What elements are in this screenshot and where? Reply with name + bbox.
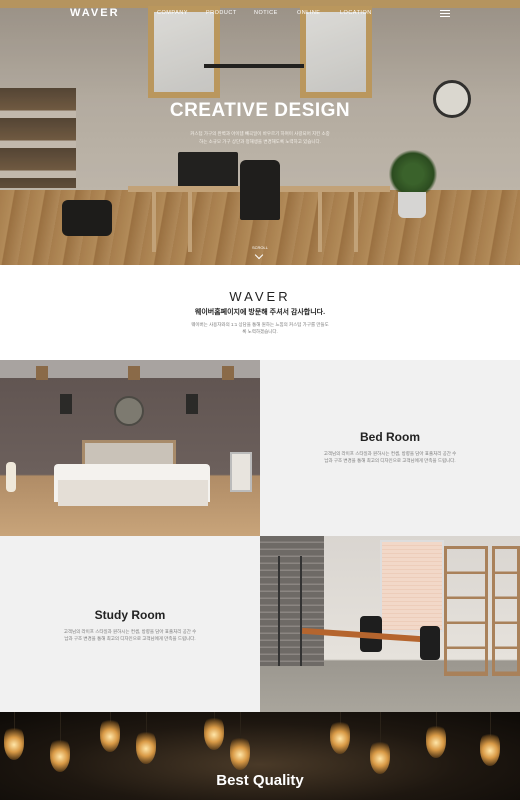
hero-subtitle: 커스텀 가구의 완벽과 아이템 빼곡일이 바우르기 하며이 사랑되어 지킨 소중…: [190, 131, 330, 144]
intro-section: WAVER 웨이버홈페이지에 방문해 주셔서 감사합니다. 웨이버는 사용자와의…: [0, 265, 520, 360]
bookcase: [444, 546, 488, 676]
office-chair: [420, 626, 440, 660]
wire-rack: [278, 556, 302, 666]
hero-section: WAVER COMPANY PRODUCT NOTICE ONLINE LOCA…: [0, 0, 520, 265]
lightbulb-icon: [426, 724, 446, 758]
study-title: Study Room: [94, 608, 166, 622]
nav-item-notice[interactable]: NOTICE: [254, 10, 278, 16]
nav-item-product[interactable]: PRODUCT: [206, 10, 237, 16]
lightbulb-icon: [330, 720, 350, 754]
lightbulb-icon: [50, 738, 70, 772]
top-nav: WAVER COMPANY PRODUCT NOTICE ONLINE LOCA…: [0, 0, 520, 26]
hamburger-menu-icon[interactable]: [440, 10, 450, 17]
lightbulb-icon: [480, 732, 500, 766]
wall-lamp-left: [60, 394, 72, 414]
lightbulb-icon: [370, 740, 390, 774]
ceiling-beam: [128, 366, 140, 380]
ceiling-beam: [222, 366, 234, 380]
brand-logo[interactable]: WAVER: [70, 7, 120, 19]
bedroom-text-panel: Bed Room 고객님의 라이프 스타일과 원하시는 컨셉, 방향을 담아 표…: [260, 360, 520, 536]
intro-logo: WAVER: [229, 289, 291, 304]
nav-item-online[interactable]: ONLINE: [297, 10, 320, 16]
study-description: 고객님의 라이프 스타일과 원하시는 컨셉, 방향을 담아 표출처리 공간 수납…: [63, 629, 197, 641]
lightbulb-icon: [4, 726, 24, 760]
bedroom-title: Bed Room: [360, 430, 420, 444]
lightbulb-icon: [100, 718, 120, 752]
intro-title: 웨이버홈페이지에 방문해 주셔서 감사합니다.: [194, 309, 326, 316]
nav-item-company[interactable]: COMPANY: [157, 10, 188, 16]
bedroom-image: [0, 360, 260, 536]
scroll-label[interactable]: SCROLL: [250, 245, 270, 250]
quality-section: Best Quality: [0, 712, 520, 800]
study-text-panel: Study Room 고객님의 라이프 스타일과 원하시는 컨셉, 방향을 담아…: [0, 536, 260, 712]
bookcase: [492, 546, 520, 676]
lightbulb-icon: [230, 736, 250, 770]
picture-frame: [230, 452, 252, 492]
intro-description: 웨이버는 사용자와의 1:1 상담을 통해 원하는 느낌의 커스텀 가구를 만들…: [191, 322, 329, 334]
lightbulb-icon: [204, 716, 224, 750]
ceiling-beam: [36, 366, 48, 380]
blinds-window: [380, 540, 444, 632]
wall-clock-icon: [114, 396, 144, 426]
bed-blanket: [58, 480, 208, 506]
wall-lamp-right: [186, 394, 198, 414]
quality-title: Best Quality: [216, 772, 304, 789]
vase: [6, 462, 16, 492]
hero-title: CREATIVE DESIGN: [169, 100, 351, 121]
lightbulb-icon: [136, 730, 156, 764]
study-image: [260, 536, 520, 712]
nav-item-location[interactable]: LOCATION: [340, 10, 372, 16]
bedroom-description: 고객님의 라이프 스타일과 원하시는 컨셉, 방향을 담아 표출처리 공간 수납…: [323, 451, 457, 463]
